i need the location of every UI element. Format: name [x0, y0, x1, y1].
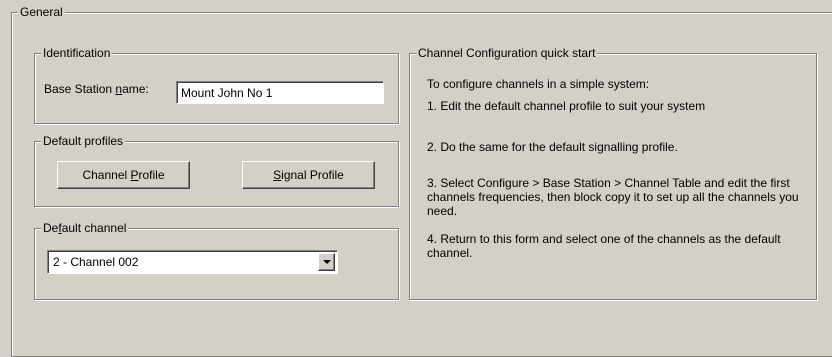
default-channel-group: Default channel 2 - Channel 002: [34, 221, 399, 300]
default-channel-dropdown-button[interactable]: [318, 253, 335, 271]
default-channel-selected-value: 2 - Channel 002: [53, 255, 139, 269]
channel-profile-button[interactable]: Channel Profile: [57, 161, 190, 189]
quick-start-group-title: Channel Configuration quick start: [416, 46, 598, 60]
default-channel-group-title: Default channel: [41, 221, 129, 235]
chevron-down-icon: [323, 260, 331, 264]
quick-start-step-3: 3. Select Configure > Base Station > Cha…: [427, 176, 799, 218]
default-profiles-group: Default profiles Channel Profile Signal …: [34, 134, 399, 207]
quick-start-step-4: 4. Return to this form and select one of…: [427, 232, 781, 260]
quick-start-step-2: 2. Do the same for the default signallin…: [427, 140, 678, 154]
quick-start-group: Channel Configuration quick start To con…: [409, 46, 817, 300]
base-station-name-label: Base Station name:: [44, 82, 149, 96]
quick-start-intro: To configure channels in a simple system…: [427, 77, 650, 91]
default-channel-select[interactable]: 2 - Channel 002: [47, 250, 338, 274]
identification-group: Identification Base Station name:: [34, 46, 399, 124]
base-station-name-input[interactable]: [176, 81, 384, 104]
general-group-title: General: [18, 5, 65, 19]
quick-start-step-1: 1. Edit the default channel profile to s…: [427, 99, 706, 113]
signal-profile-button[interactable]: Signal Profile: [242, 161, 375, 189]
default-profiles-group-title: Default profiles: [41, 134, 126, 148]
identification-group-title: Identification: [41, 46, 113, 60]
